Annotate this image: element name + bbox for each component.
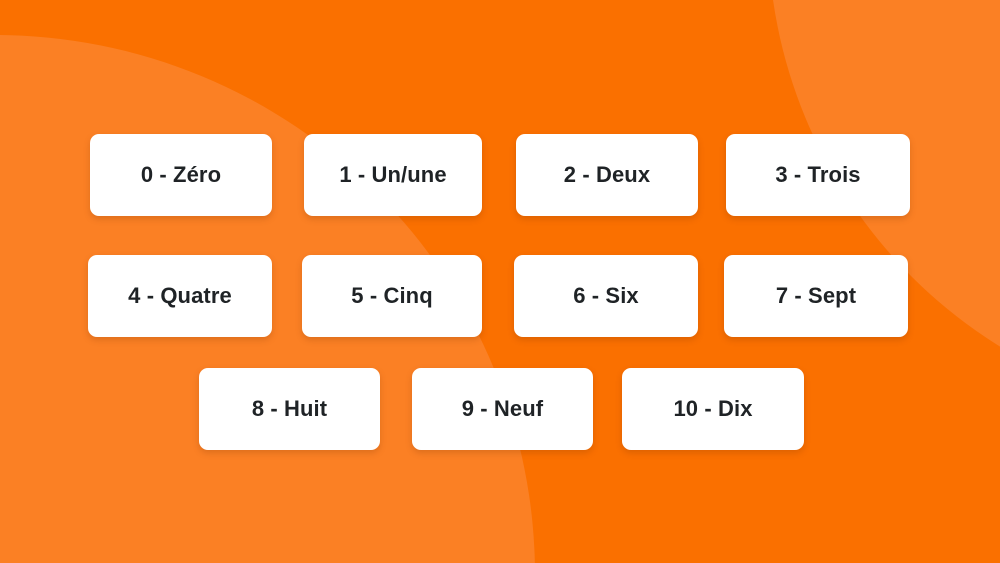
number-card-8[interactable]: 8 - Huit (199, 368, 380, 450)
slide-canvas: 0 - Zéro 1 - Un/une 2 - Deux 3 - Trois 4… (0, 0, 1000, 563)
number-card-label: 7 - Sept (775, 283, 857, 308)
number-card-9[interactable]: 9 - Neuf (412, 368, 593, 450)
number-card-2[interactable]: 2 - Deux (516, 134, 698, 216)
number-card-label: 2 - Deux (563, 162, 651, 187)
number-card-label: 0 - Zéro (140, 162, 222, 187)
number-card-label: 5 - Cinq (351, 283, 433, 308)
number-card-label: 1 - Un/une (339, 162, 447, 187)
number-card-label: 8 - Huit (251, 396, 328, 421)
number-card-3[interactable]: 3 - Trois (726, 134, 910, 216)
number-card-4[interactable]: 4 - Quatre (88, 255, 272, 337)
number-card-label: 3 - Trois (775, 162, 861, 187)
number-card-0[interactable]: 0 - Zéro (90, 134, 272, 216)
number-card-7[interactable]: 7 - Sept (724, 255, 908, 337)
number-card-10[interactable]: 10 - Dix (622, 368, 804, 450)
number-card-5[interactable]: 5 - Cinq (302, 255, 482, 337)
number-card-label: 9 - Neuf (461, 396, 544, 421)
number-card-label: 6 - Six (573, 283, 639, 308)
number-card-label: 4 - Quatre (128, 283, 232, 308)
number-card-label: 10 - Dix (673, 396, 753, 421)
number-card-grid: 0 - Zéro 1 - Un/une 2 - Deux 3 - Trois 4… (0, 0, 1000, 563)
number-card-1[interactable]: 1 - Un/une (304, 134, 482, 216)
number-card-6[interactable]: 6 - Six (514, 255, 698, 337)
